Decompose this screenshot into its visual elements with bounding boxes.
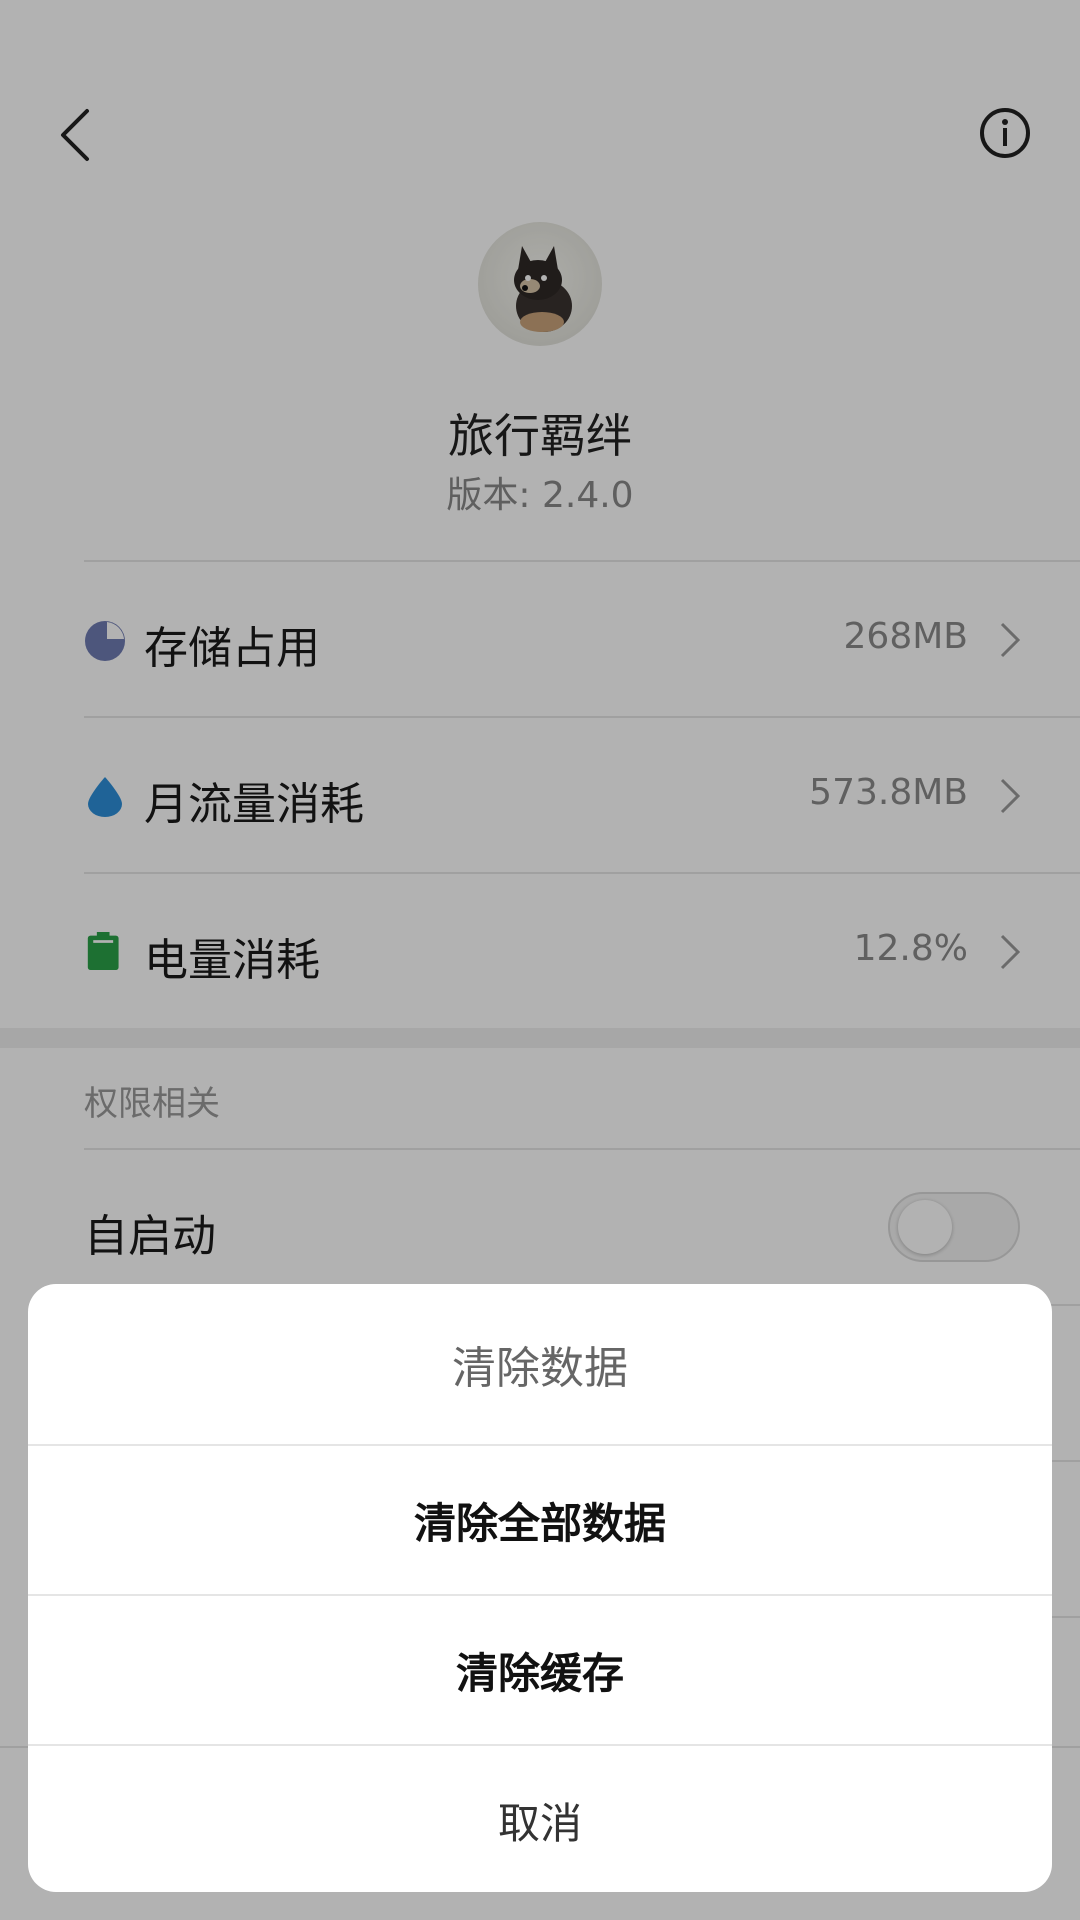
cancel-button[interactable]: 取消 — [28, 1746, 1052, 1892]
clear-all-data-button[interactable]: 清除全部数据 — [28, 1446, 1052, 1594]
clear-cache-button[interactable]: 清除缓存 — [28, 1596, 1052, 1744]
dialog-title: 清除数据 — [452, 1343, 628, 1394]
clear-data-dialog: 清除数据 清除全部数据 清除缓存 取消 — [28, 1284, 1052, 1892]
